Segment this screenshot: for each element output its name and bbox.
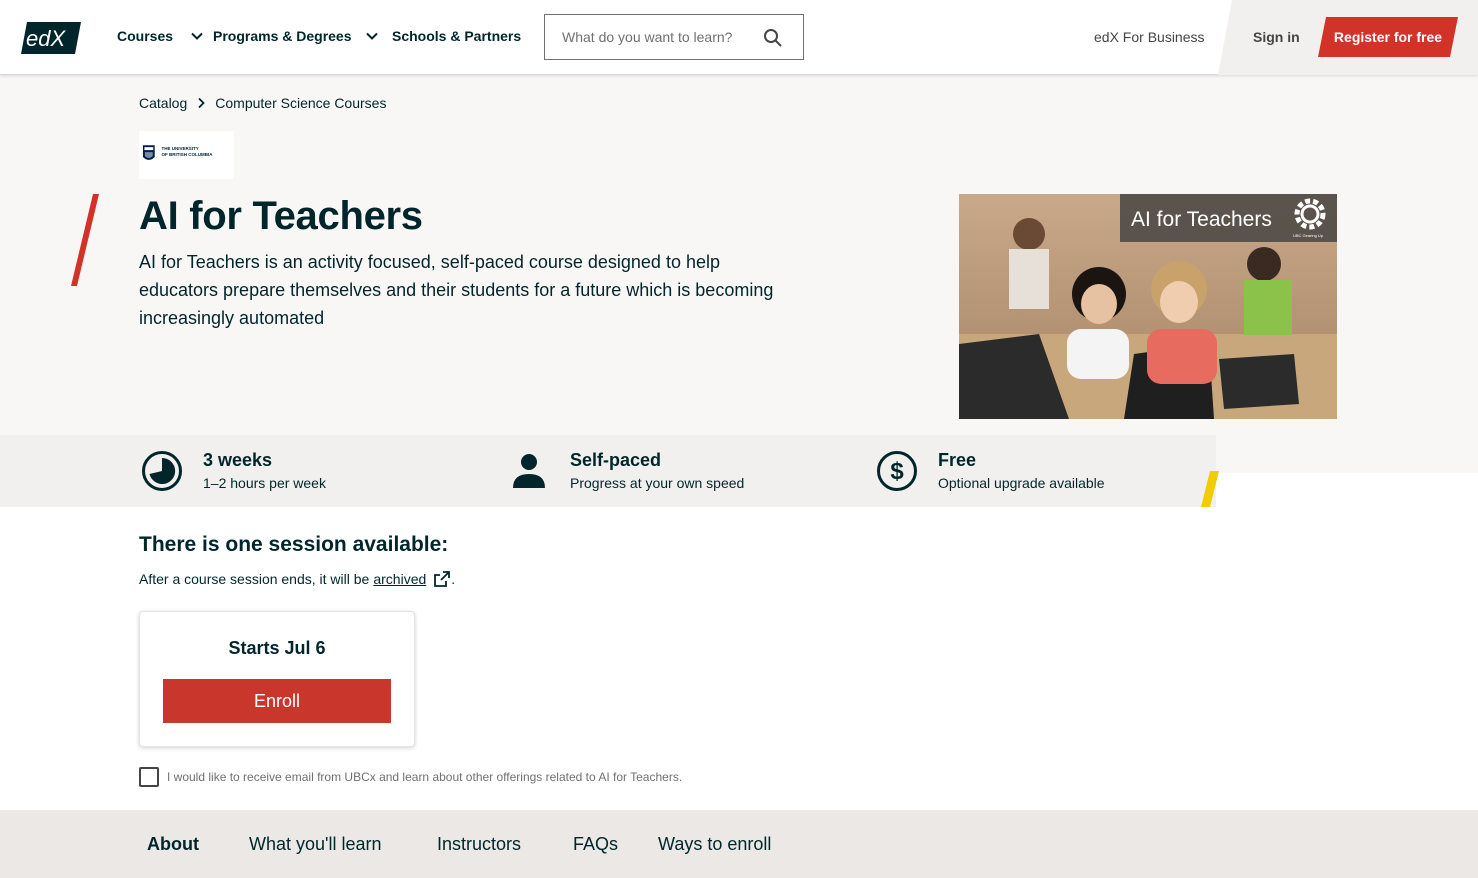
archived-link[interactable]: archived <box>373 571 426 587</box>
dollar-icon: $ <box>877 451 917 491</box>
enroll-button[interactable]: Enroll <box>163 679 391 723</box>
session-note-suffix: . <box>451 571 456 587</box>
breadcrumb-catalog[interactable]: Catalog <box>139 95 187 111</box>
ubc-crest-icon: THE UNIVERSITY OF BRITISH COLUMBIA <box>142 145 214 160</box>
logo-text: edX <box>26 26 66 51</box>
decorative-yellow-slash <box>1201 471 1219 507</box>
session-note-prefix: After a course session ends, it will be <box>139 571 370 587</box>
sign-in-link[interactable]: Sign in <box>1253 29 1300 45</box>
svg-text:$: $ <box>890 458 904 485</box>
course-image: AI for Teachers UBC Gearing Up <box>959 194 1337 419</box>
stat-price-title: Free <box>938 450 977 470</box>
search-icon[interactable] <box>763 28 783 48</box>
external-link-icon[interactable] <box>433 570 451 588</box>
breadcrumb: Catalog Computer Science Courses <box>139 95 386 111</box>
register-button[interactable]: Register for free <box>1318 17 1458 57</box>
edx-logo[interactable]: edX <box>21 20 81 56</box>
clock-icon <box>142 451 182 491</box>
tab-faqs[interactable]: FAQs <box>573 834 618 855</box>
stats-band-filler <box>1216 435 1478 473</box>
email-consent-checkbox[interactable] <box>139 767 159 787</box>
site-header: edX Courses Programs & Degrees Schools &… <box>0 0 1478 75</box>
session-heading: There is one session available: <box>139 533 449 556</box>
tab-ways-to-enroll[interactable]: Ways to enroll <box>658 834 771 855</box>
ubc-logo[interactable]: THE UNIVERSITY OF BRITISH COLUMBIA <box>139 131 234 179</box>
nav-schools-label: Schools & Partners <box>392 28 522 44</box>
nav-courses-label: Courses <box>117 28 174 44</box>
tab-what-youll-learn[interactable]: What you'll learn <box>249 834 382 855</box>
course-title: AI for Teachers <box>139 194 423 238</box>
course-description: AI for Teachers is an activity focused, … <box>139 252 774 328</box>
stat-pacing-subtitle: Progress at your own speed <box>570 475 745 491</box>
tab-about[interactable]: About <box>147 834 199 855</box>
stat-pacing: Self-paced Progress at your own speed <box>506 449 744 494</box>
image-badge-text: UBC Gearing Up <box>1293 233 1324 238</box>
nav-schools-partners[interactable]: Schools & Partners <box>392 28 521 44</box>
chevron-down-icon <box>191 32 203 40</box>
search-box <box>544 14 804 60</box>
nav-courses[interactable]: Courses <box>117 28 205 44</box>
chevron-down-icon <box>365 32 378 40</box>
stat-duration: 3 weeks 1–2 hours per week <box>139 449 326 494</box>
svg-text:OF BRITISH COLUMBIA: OF BRITISH COLUMBIA <box>162 152 214 157</box>
search-input[interactable] <box>545 29 755 45</box>
session-note: After a course session ends, it will be … <box>139 570 455 588</box>
breadcrumb-computer-science[interactable]: Computer Science Courses <box>215 95 386 111</box>
person-icon <box>513 454 545 488</box>
stat-price: $ Free Optional upgrade available <box>874 449 1105 494</box>
email-consent-label: I would like to receive email from UBCx … <box>167 770 683 784</box>
chevron-right-icon <box>198 97 206 109</box>
decorative-slash <box>71 194 99 286</box>
stat-pacing-title: Self-paced <box>570 450 662 470</box>
session-card: Starts Jul 6 Enroll <box>139 611 415 747</box>
svg-text:THE UNIVERSITY: THE UNIVERSITY <box>162 146 199 151</box>
stat-duration-subtitle: 1–2 hours per week <box>203 475 326 491</box>
tab-instructors[interactable]: Instructors <box>437 834 521 855</box>
nav-programs-degrees[interactable]: Programs & Degrees <box>213 28 380 44</box>
session-start-date: Starts Jul 6 <box>228 638 326 658</box>
edx-for-business-link[interactable]: edX For Business <box>1094 29 1205 45</box>
stat-price-subtitle: Optional upgrade available <box>938 475 1105 491</box>
image-caption: AI for Teachers <box>1131 208 1272 231</box>
email-consent: I would like to receive email from UBCx … <box>139 767 682 787</box>
nav-programs-label: Programs & Degrees <box>213 28 352 44</box>
stat-duration-title: 3 weeks <box>203 450 273 470</box>
